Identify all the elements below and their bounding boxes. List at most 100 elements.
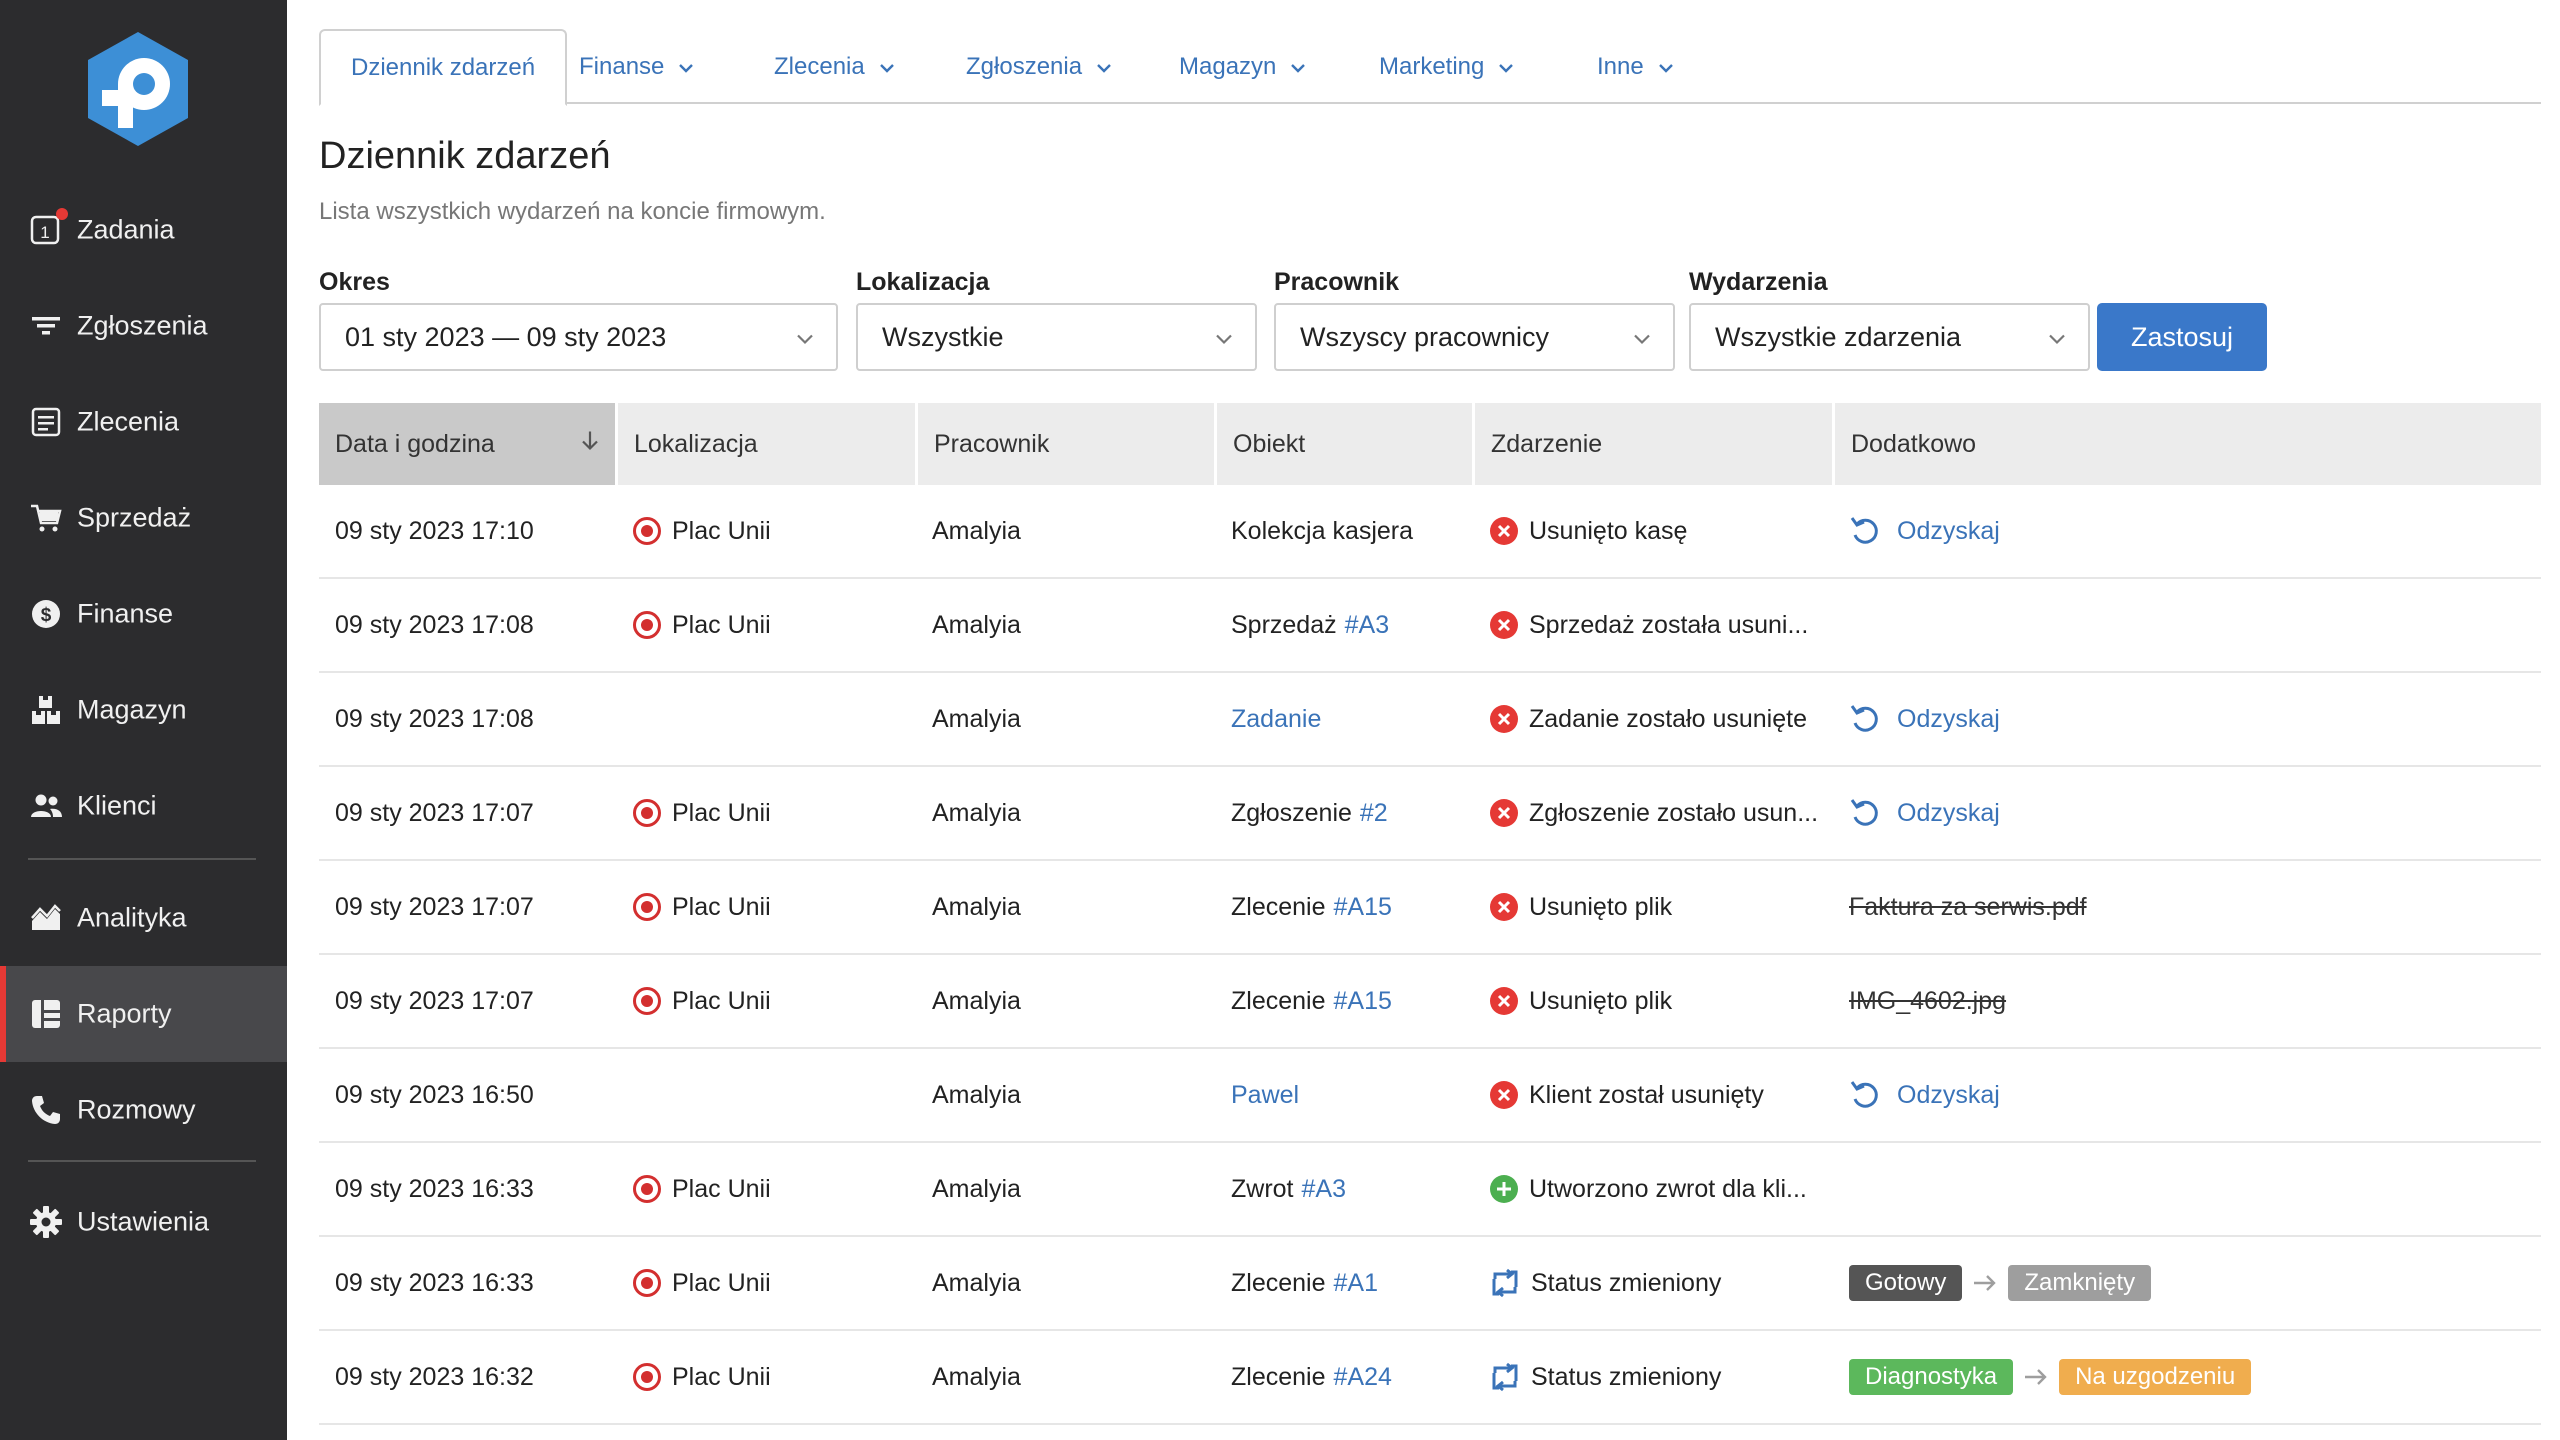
employee-select[interactable]: Wszyscy pracownicy <box>1274 303 1675 371</box>
object-link[interactable]: #A15 <box>1334 987 1392 1016</box>
status-badge-from: Gotowy <box>1849 1265 1963 1301</box>
extra-cell: Odzyskaj <box>1849 1049 2000 1141</box>
employee-label: Pracownik <box>1274 268 1400 296</box>
event-text: Status zmieniony <box>1531 1362 1722 1391</box>
recover-link[interactable]: Odzyskaj <box>1849 797 2000 829</box>
boxes-icon <box>28 692 64 728</box>
sidebar-item-zadania[interactable]: 1 Zadania <box>0 182 287 278</box>
object-cell: Kolekcja kasjera <box>1231 485 1413 577</box>
location-cell: Plac Unii <box>632 767 771 859</box>
location-pin-icon <box>632 892 662 922</box>
events-select[interactable]: Wszystkie zdarzenia <box>1689 303 2090 371</box>
column-separator <box>1214 403 1217 485</box>
removed-x-icon <box>1489 704 1519 734</box>
svg-text:1: 1 <box>40 223 49 242</box>
svg-text:$: $ <box>41 605 52 626</box>
tab-1[interactable]: Finanse <box>579 29 694 104</box>
events-label: Wydarzenia <box>1689 268 1828 296</box>
location-text: Plac Unii <box>672 1362 771 1391</box>
event-cell: Status zmieniony <box>1489 1331 1721 1423</box>
column-separator <box>1472 403 1475 485</box>
tab-label: Magazyn <box>1179 52 1277 80</box>
period-select[interactable]: 01 sty 2023 — 09 sty 2023 <box>319 303 838 371</box>
tab-4[interactable]: Magazyn <box>1179 29 1306 104</box>
sidebar-item-analityka[interactable]: Analityka <box>0 870 287 966</box>
column-header[interactable]: Pracownik <box>918 403 1214 485</box>
apply-button[interactable]: Zastosuj <box>2097 303 2267 371</box>
reports-icon <box>28 996 64 1032</box>
object-text: Zlecenie <box>1231 986 1326 1015</box>
employee-cell: Amalyia <box>932 1174 1021 1203</box>
object-link[interactable]: #A24 <box>1334 1363 1392 1392</box>
table-row: 09 sty 2023 17:07 Plac Unii Amalyia Zgłosze… <box>319 767 2541 861</box>
object-link[interactable]: #A1 <box>1334 1269 1378 1298</box>
employee-cell: Amalyia <box>932 1268 1021 1297</box>
recover-link[interactable]: Odzyskaj <box>1849 703 2000 735</box>
table-row: 09 sty 2023 16:32 Plac Unii Amalyia Zleceni… <box>319 1331 2541 1425</box>
object-link[interactable]: #A3 <box>1345 611 1389 640</box>
extra-cell: Odzyskaj <box>1849 673 2000 765</box>
sidebar-item-label: Magazyn <box>77 694 187 725</box>
tab-3[interactable]: Zgłoszenia <box>966 29 1112 104</box>
column-header[interactable]: Dodatkowo <box>1835 403 2541 485</box>
sidebar-item-finanse[interactable]: $ Finanse <box>0 566 287 662</box>
object-link[interactable]: Zadanie <box>1231 705 1321 734</box>
table-header: Data i godzina Lokalizacja Pracownik Obiekt… <box>319 403 2541 485</box>
tab-0[interactable]: Dziennik zdarzeń <box>319 29 568 106</box>
location-pin-icon <box>632 1362 662 1392</box>
object-link[interactable]: #2 <box>1360 799 1388 828</box>
location-select[interactable]: Wszystkie <box>856 303 1257 371</box>
column-header-label: Obiekt <box>1233 429 1306 458</box>
sidebar-item-sprzedaz[interactable]: Sprzedaż <box>0 470 287 566</box>
tab-2[interactable]: Zlecenia <box>774 29 895 104</box>
extra-cell: Odzyskaj <box>1849 485 2000 577</box>
sidebar-divider <box>28 858 256 860</box>
employee-value: Wszyscy pracownicy <box>1300 321 1550 352</box>
object-cell: Zwrot #A3 <box>1231 1143 1346 1235</box>
chevron-down-icon <box>1290 53 1306 81</box>
date-cell: 09 sty 2023 17:10 <box>335 516 534 545</box>
event-cell: Zadanie zostało usunięte <box>1489 673 1807 765</box>
sidebar-item-ustawienia[interactable]: Ustawienia <box>0 1174 287 1270</box>
column-header-label: Lokalizacja <box>634 429 758 458</box>
sidebar-item-klienci[interactable]: Klienci <box>0 758 287 854</box>
object-cell: Zlecenie #A24 <box>1231 1331 1392 1423</box>
event-cell: Usunięto plik <box>1489 955 1672 1047</box>
sidebar-item-rozmowy[interactable]: Rozmowy <box>0 1062 287 1158</box>
tab-label: Marketing <box>1379 52 1485 80</box>
column-header[interactable]: Zdarzenie <box>1475 403 1832 485</box>
location-cell: Plac Unii <box>632 1237 771 1329</box>
column-header[interactable]: Data i godzina <box>319 403 615 485</box>
column-header[interactable]: Obiekt <box>1217 403 1472 485</box>
date-cell: 09 sty 2023 17:08 <box>335 704 534 733</box>
date-cell: 09 sty 2023 17:07 <box>335 986 534 1015</box>
tab-5[interactable]: Marketing <box>1379 29 1514 104</box>
event-text: Zadanie zostało usunięte <box>1529 704 1807 733</box>
tab-6[interactable]: Inne <box>1597 29 1674 104</box>
app-logo[interactable] <box>84 30 192 148</box>
sidebar-item-zgloszenia[interactable]: Zgłoszenia <box>0 278 287 374</box>
recover-label: Odzyskaj <box>1897 1080 2000 1109</box>
recover-link[interactable]: Odzyskaj <box>1849 1079 2000 1111</box>
object-link[interactable]: #A15 <box>1334 893 1392 922</box>
sidebar-item-magazyn[interactable]: Magazyn <box>0 662 287 758</box>
period-value: 01 sty 2023 — 09 sty 2023 <box>345 321 667 352</box>
object-link[interactable]: #A3 <box>1302 1175 1346 1204</box>
table-row: 09 sty 2023 17:10 Plac Unii Amalyia Kolekcj… <box>319 485 2541 579</box>
recover-link[interactable]: Odzyskaj <box>1849 515 2000 547</box>
table-row: 09 sty 2023 16:33 Plac Unii Amalyia Zleceni… <box>319 1237 2541 1331</box>
column-header[interactable]: Lokalizacja <box>618 403 915 485</box>
undo-icon <box>1849 703 1889 735</box>
sidebar-item-raporty[interactable]: Raporty <box>0 966 287 1062</box>
undo-icon <box>1849 1079 1889 1111</box>
event-text: Utworzono zwrot dla kli... <box>1529 1174 1807 1203</box>
object-link[interactable]: Pawel <box>1231 1081 1299 1110</box>
location-text: Plac Unii <box>672 610 771 639</box>
employee-cell: Amalyia <box>932 892 1021 921</box>
status-badge-to: Zamknięty <box>2008 1265 2152 1301</box>
removed-x-icon <box>1489 798 1519 828</box>
tab-label: Inne <box>1597 52 1644 80</box>
removed-x-icon <box>1489 1080 1519 1110</box>
employee-cell: Amalyia <box>932 610 1021 639</box>
sidebar-item-zlecenia[interactable]: Zlecenia <box>0 374 287 470</box>
